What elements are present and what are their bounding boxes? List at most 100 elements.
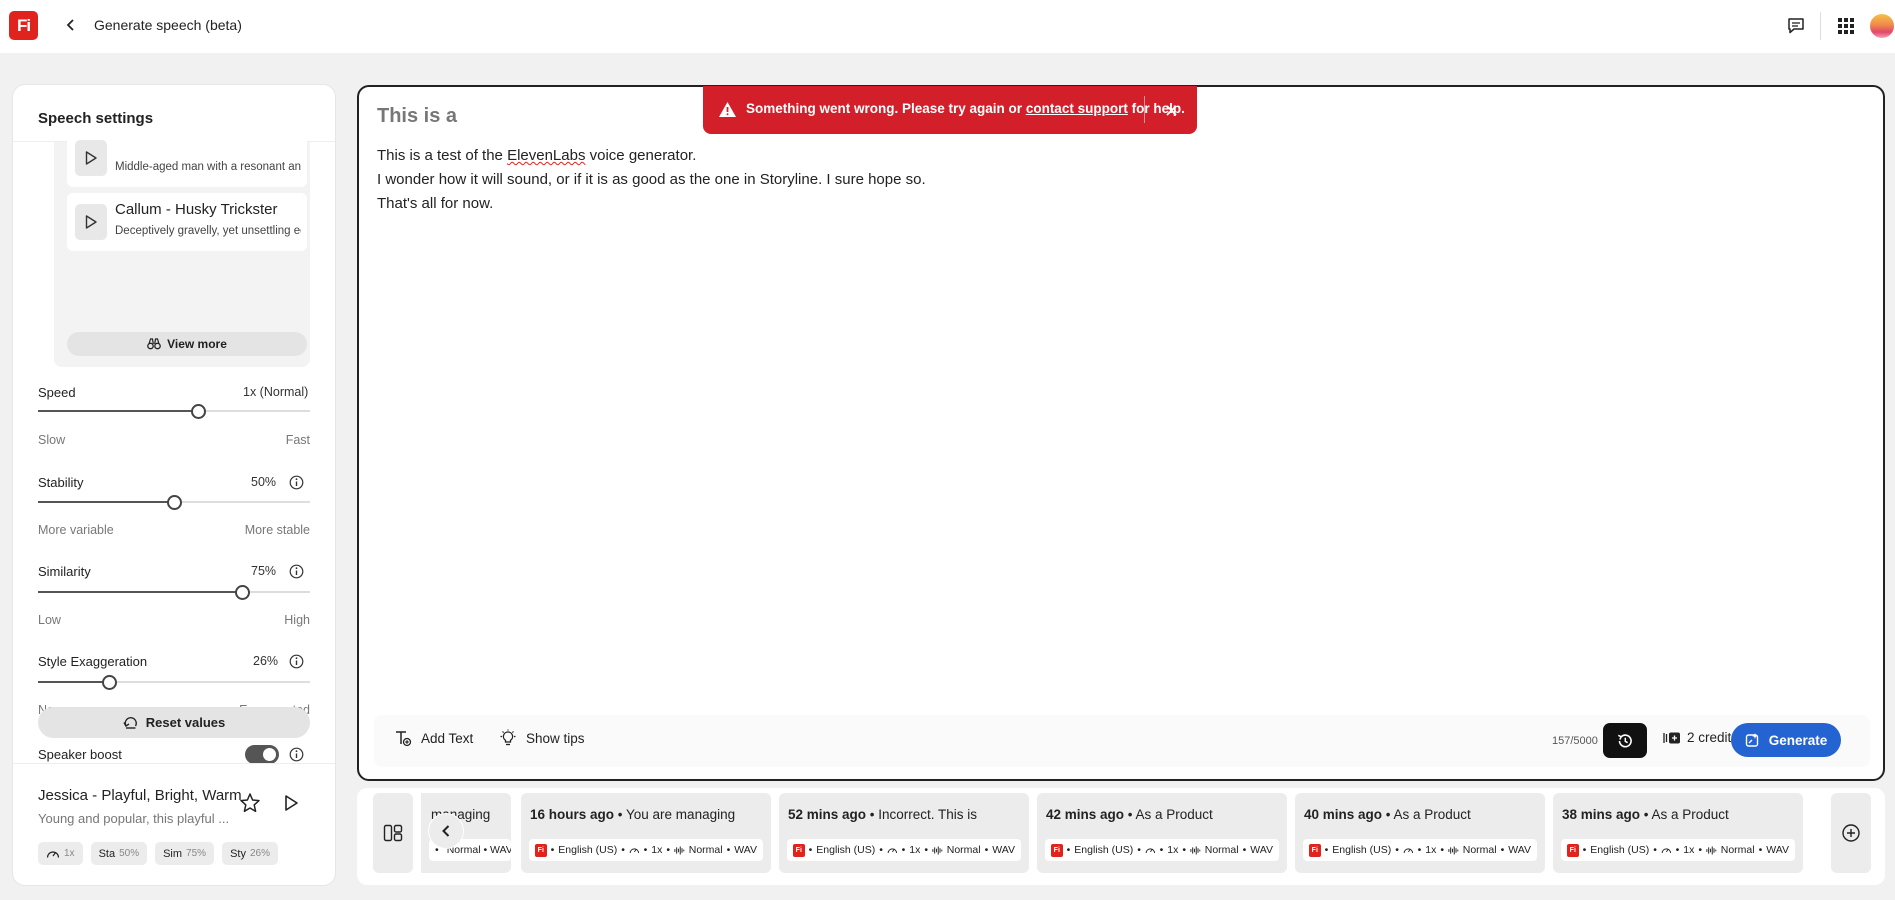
history-button[interactable] [1603, 723, 1647, 758]
speaker-boost-toggle[interactable] [245, 745, 279, 764]
scroll-left-button[interactable] [429, 814, 463, 848]
contact-support-link[interactable]: contact support [1026, 101, 1128, 116]
page-title: Generate speech (beta) [94, 17, 242, 33]
view-more-label: View more [167, 337, 227, 351]
info-icon[interactable] [289, 654, 304, 669]
slider-thumb[interactable] [191, 404, 207, 419]
voice-card[interactable]: Middle-aged man with a resonant anc [67, 129, 307, 187]
chip-style: Sty 26% [222, 842, 278, 865]
history-meta: Fi • English (US) • • 1x • Normal • WAV [787, 839, 1021, 861]
chat-bubble-icon [1788, 18, 1804, 34]
character-count: 157/5000 [1552, 735, 1598, 747]
chip-speed: 1x [38, 842, 83, 865]
add-text-button[interactable]: Add Text [394, 729, 473, 747]
add-history-button[interactable] [1831, 793, 1871, 873]
voice-play-button[interactable] [75, 204, 107, 240]
text-line: This is a test of the ElevenLabs voice g… [377, 147, 697, 164]
credits-indicator: 2 credits [1663, 730, 1738, 745]
waveform-icon [674, 845, 685, 855]
history-card[interactable]: 52 mins ago • Incorrect. This is Fi • Engl… [779, 793, 1029, 873]
speed-min-label: Slow [38, 433, 66, 447]
document-title[interactable]: This is a [377, 105, 457, 128]
view-more-button[interactable]: View more [67, 332, 307, 356]
history-heading: 16 hours ago • You are managing [530, 807, 736, 822]
lightbulb-icon [500, 729, 516, 746]
voice-card[interactable]: Callum - Husky Trickster Deceptively gra… [67, 193, 307, 251]
history-heading: 52 mins ago • Incorrect. This is [788, 807, 978, 822]
history-meta-text: Normal • WAV [446, 844, 511, 856]
history-list: managing • Normal • WAV 16 hours ago • Y… [421, 793, 1825, 873]
similarity-slider[interactable] [38, 585, 310, 600]
close-icon [1165, 104, 1177, 116]
add-text-icon [396, 731, 412, 747]
stability-slider[interactable] [38, 495, 310, 510]
play-icon[interactable] [280, 792, 302, 814]
add-text-label: Add Text [421, 730, 474, 746]
feedback-button[interactable] [1783, 13, 1809, 39]
style-exaggeration-label: Style Exaggeration [38, 654, 148, 669]
history-card[interactable]: 40 mins ago • As a Product Fi • English (U… [1295, 793, 1545, 873]
similarity-max-label: High [284, 613, 310, 627]
app-logo-small: Fi [1051, 843, 1063, 857]
editor-body[interactable]: This is a test of the ElevenLabs voice g… [377, 144, 926, 216]
plus-circle-icon [1842, 824, 1860, 842]
history-card[interactable]: 16 hours ago • You are managing Fi • Engli… [521, 793, 771, 873]
speedometer-icon [887, 848, 897, 854]
chip-label: Sty [230, 847, 246, 860]
history-heading: 38 mins ago • As a Product [1562, 807, 1729, 822]
layout-toggle-button[interactable] [373, 793, 413, 873]
speed-slider[interactable] [38, 404, 310, 419]
chevron-left-icon [442, 825, 450, 837]
chip-label: Sim [163, 847, 183, 860]
reset-values-button[interactable]: Reset values [38, 707, 310, 738]
history-heading: 42 mins ago • As a Product [1046, 807, 1213, 822]
voice-name: Callum - Husky Trickster [115, 201, 278, 218]
voice-play-button[interactable] [75, 140, 107, 176]
history-card[interactable]: 38 mins ago • As a Product Fi • English (U… [1553, 793, 1803, 873]
history-meta: Fi • English (US) • • 1x • Normal • WAV [1303, 839, 1537, 861]
selected-voice-name: Jessica - Playful, Bright, Warm [38, 787, 242, 804]
info-icon[interactable] [289, 564, 304, 579]
text-editor[interactable]: This is a This is a test of the ElevenLa… [357, 85, 1885, 781]
info-icon[interactable] [289, 747, 304, 762]
user-avatar[interactable] [1870, 14, 1894, 38]
history-meta: Fi • English (US) • • 1x • Normal • WAV [1045, 839, 1279, 861]
selected-voice-section: Jessica - Playful, Bright, Warm Young an… [13, 763, 335, 885]
voice-description: Deceptively gravelly, yet unsettling ed [115, 225, 301, 237]
history-strip: managing • Normal • WAV 16 hours ago • Y… [357, 788, 1885, 885]
show-tips-button[interactable]: Show tips [499, 729, 585, 747]
text-line: I wonder how it will sound, or if it is … [377, 171, 926, 188]
stability-max-label: More stable [244, 523, 310, 537]
chevron-left-icon [66, 19, 74, 31]
star-icon[interactable] [239, 792, 261, 814]
play-icon [85, 151, 97, 165]
chip-pct: 26% [249, 848, 270, 859]
app-logo[interactable]: Fi [9, 11, 38, 40]
close-toast-button[interactable] [1161, 100, 1181, 120]
app-logo-small: Fi [535, 843, 547, 857]
style-exaggeration-slider[interactable] [38, 675, 310, 690]
generate-button[interactable]: Generate [1731, 723, 1841, 757]
voice-list: Middle-aged man with a resonant anc Call… [54, 129, 310, 367]
toast-divider [1144, 96, 1145, 123]
similarity-value: 75% [251, 564, 277, 578]
apps-button[interactable] [1833, 13, 1859, 39]
credits-icon [1663, 732, 1680, 743]
chip-pct: 75% [186, 848, 207, 859]
stability-min-label: More variable [38, 523, 114, 537]
slider-thumb[interactable] [101, 675, 117, 690]
setting-chips: 1x Sta 50% Sim 75% Sty 26% [38, 842, 278, 865]
warning-icon [719, 102, 736, 117]
info-icon[interactable] [289, 475, 304, 490]
top-bar: Fi Generate speech (beta) [0, 0, 1895, 53]
error-message: Something went wrong. Please try again o… [746, 101, 1185, 116]
slider-thumb[interactable] [167, 495, 182, 510]
misspelled-word: ElevenLabs [507, 147, 586, 164]
history-card[interactable]: 42 mins ago • As a Product Fi • English (U… [1037, 793, 1287, 873]
chip-label: 1x [64, 848, 75, 859]
back-button[interactable] [60, 14, 82, 36]
slider-thumb[interactable] [235, 585, 250, 600]
stability-label: Stability [38, 475, 84, 490]
reset-icon [123, 717, 137, 729]
waveform-icon [1190, 845, 1201, 855]
